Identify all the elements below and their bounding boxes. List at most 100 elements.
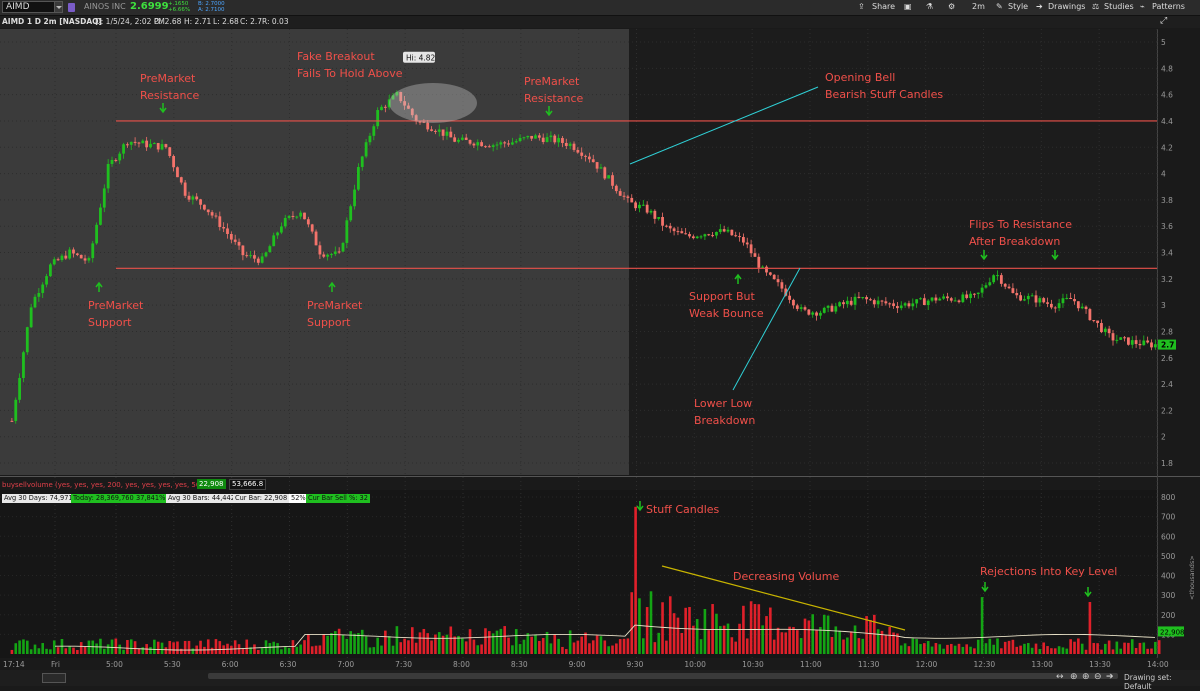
volume-bar <box>799 638 803 654</box>
volume-bar <box>1077 638 1080 654</box>
volume-bar <box>414 642 418 654</box>
volume-bar <box>1034 643 1038 654</box>
candle-body <box>611 175 614 186</box>
candle-body <box>491 145 495 148</box>
price-tick-label: 4.6 <box>1161 91 1173 100</box>
candle-body <box>996 275 999 277</box>
volume-axis-label: <thousands> <box>1188 555 1196 600</box>
pan-icon[interactable]: ↔ <box>1056 672 1064 682</box>
volume-bar <box>830 636 834 654</box>
candle-body <box>545 137 549 143</box>
candle-body <box>911 303 915 307</box>
candle-body <box>649 210 653 213</box>
candle-body <box>949 298 953 301</box>
arrow-right-icon[interactable]: ➔ <box>1106 672 1114 682</box>
volume-bar <box>280 649 283 654</box>
candle-body <box>876 300 880 305</box>
volume-bar <box>695 619 699 654</box>
candle-body <box>999 275 1003 284</box>
crosshair-icon[interactable]: ⊕ <box>1070 672 1078 682</box>
time-tick-label: 10:30 <box>742 660 764 669</box>
volume-bar <box>291 640 295 654</box>
volume-bar <box>176 641 179 654</box>
volume-bar <box>430 640 433 654</box>
volume-bar <box>233 640 237 654</box>
volume-bar <box>784 632 788 654</box>
volume-bar <box>160 642 164 654</box>
drawing-set-label[interactable]: Drawing set: Default <box>1124 673 1200 691</box>
candle-body <box>287 215 291 218</box>
candle-body <box>684 233 688 235</box>
candle-body <box>1003 283 1007 287</box>
volume-bar <box>607 646 610 654</box>
volume-bar <box>403 638 406 654</box>
volume-bar <box>653 642 657 654</box>
study-title[interactable]: buysellvolume (yes, yes, yes, 200, yes, … <box>2 481 203 489</box>
candle-body <box>476 142 480 146</box>
candle-body <box>645 204 649 213</box>
candle-body <box>472 143 476 146</box>
candle-body <box>306 219 310 225</box>
price-tick-label: 4 <box>1161 170 1166 179</box>
candle-body <box>1150 342 1153 348</box>
candle-body <box>222 226 226 229</box>
volume-bar <box>299 644 302 654</box>
zoom-in-icon[interactable]: ⊕ <box>1082 672 1090 682</box>
today-pct-box: 37,841% <box>134 494 168 503</box>
volume-bar <box>1150 648 1153 654</box>
volume-bar <box>1146 648 1149 654</box>
volume-bar <box>541 637 545 654</box>
candle-body <box>1026 295 1030 300</box>
volume-bar <box>164 647 168 654</box>
candle-body <box>568 143 572 146</box>
scroll-left-button[interactable] <box>42 673 66 683</box>
volume-bar <box>141 647 145 654</box>
zoom-out-icon[interactable]: ⊖ <box>1094 672 1102 682</box>
volume-bar <box>599 636 603 654</box>
volume-bar <box>507 637 510 654</box>
volume-bar <box>899 645 903 654</box>
candle-body <box>938 298 942 301</box>
volume-bar <box>357 633 360 654</box>
time-tick-label: 12:00 <box>916 660 938 669</box>
sell-pct-box: Cur Bar Sell %: 32 <box>306 494 370 503</box>
volume-bar <box>642 638 645 654</box>
volume-bar <box>745 638 749 654</box>
candle-body <box>99 207 102 225</box>
candle-body <box>537 135 541 138</box>
annotation-stuff-candles: Stuff Candles <box>646 503 720 516</box>
time-tick-label: 17:14 <box>3 660 25 669</box>
volume-bar <box>445 634 449 654</box>
volume-bar <box>283 646 287 654</box>
candle-body <box>980 287 984 293</box>
volume-bar <box>584 632 587 654</box>
volume-bar <box>360 629 364 654</box>
volume-bar <box>83 646 87 654</box>
candle-body <box>722 229 726 232</box>
scroll-thumb[interactable] <box>208 673 1118 679</box>
candle-body <box>942 296 945 299</box>
volume-bar <box>676 617 680 654</box>
volume-bar <box>1157 640 1161 654</box>
volume-bar <box>10 649 14 654</box>
annotation-fake-breakout: Fake Breakout <box>297 50 375 63</box>
candle-body <box>179 177 183 183</box>
candle-body <box>676 231 680 233</box>
chart-canvas[interactable]: 5 4.8 4.6 4.4 4.2 4 3.8 3.6 3.4 3.2 3 2.8 2.6 2.4 2.2 2… <box>0 0 1200 686</box>
volume-bar <box>307 634 310 654</box>
candle-body <box>326 254 329 257</box>
volume-bar <box>118 644 121 654</box>
volume-bar <box>1003 641 1007 654</box>
candle-body <box>614 185 618 192</box>
volume-bar <box>1100 649 1103 654</box>
volume-bar <box>703 608 707 654</box>
candle-body <box>880 300 884 302</box>
time-tick-label: 5:00 <box>106 660 123 669</box>
candle-body <box>114 159 118 161</box>
candle-body <box>206 209 210 213</box>
volume-bar <box>68 646 71 654</box>
candle-body <box>926 300 930 306</box>
candle-body <box>557 138 560 143</box>
volume-bar <box>341 634 345 654</box>
volume-bar <box>1107 640 1111 654</box>
